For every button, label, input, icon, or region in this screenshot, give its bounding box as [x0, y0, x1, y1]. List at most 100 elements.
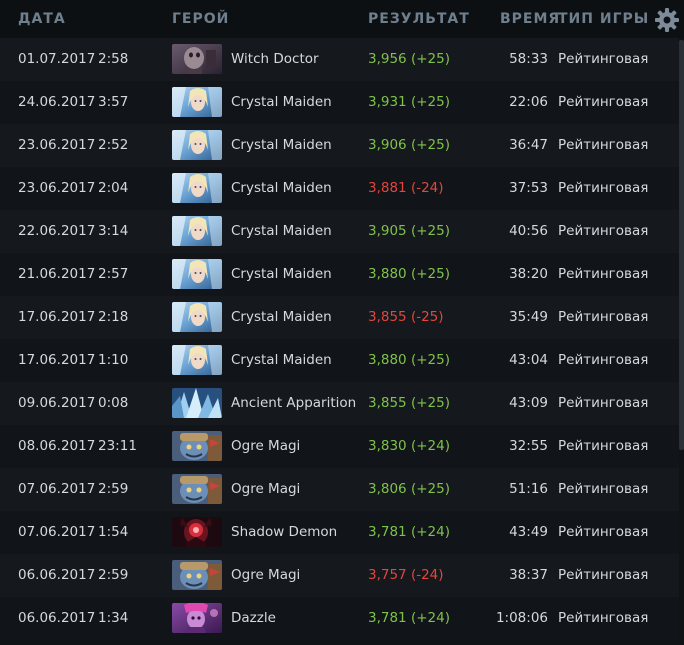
column-header-duration[interactable]: ВРЕМЯ — [500, 11, 560, 27]
match-time: 2:18 — [98, 309, 129, 325]
game-type: Рейтинговая — [558, 352, 649, 368]
match-date: 17.06.2017 — [18, 352, 96, 368]
match-time: 2:04 — [98, 180, 129, 196]
match-duration: 43:49 — [509, 524, 548, 540]
game-type: Рейтинговая — [558, 266, 649, 282]
match-row[interactable]: 07.06.2017 1:54 Shadow Demon 3,781 (+24)… — [0, 511, 684, 554]
match-date: 22.06.2017 — [18, 223, 96, 239]
hero-portrait-ogre-magi[interactable] — [172, 474, 222, 504]
match-date: 01.07.2017 — [18, 51, 96, 67]
hero-portrait-crystal-maiden[interactable] — [172, 173, 222, 203]
match-result: 3,757 (-24) — [368, 567, 444, 583]
match-duration: 1:08:06 — [495, 610, 548, 626]
match-duration: 22:06 — [509, 94, 548, 110]
hero-portrait-crystal-maiden[interactable] — [172, 130, 222, 160]
hero-portrait-crystal-maiden[interactable] — [172, 302, 222, 332]
game-type: Рейтинговая — [558, 94, 649, 110]
hero-portrait-ogre-magi[interactable] — [172, 560, 222, 590]
match-date: 24.06.2017 — [18, 94, 96, 110]
match-row[interactable]: 09.06.2017 0:08 Ancient Apparition 3,855… — [0, 382, 684, 425]
match-duration: 32:55 — [509, 438, 548, 454]
hero-name: Crystal Maiden — [231, 266, 332, 282]
match-date: 09.06.2017 — [18, 395, 96, 411]
match-time: 1:54 — [98, 524, 129, 540]
match-time: 2:59 — [98, 481, 129, 497]
match-row[interactable]: 22.06.2017 3:14 Crystal Maiden 3,905 (+2… — [0, 210, 684, 253]
match-time: 2:59 — [98, 567, 129, 583]
hero-name: Crystal Maiden — [231, 137, 332, 153]
hero-portrait-crystal-maiden[interactable] — [172, 345, 222, 375]
match-duration: 36:47 — [509, 137, 548, 153]
match-time: 2:57 — [98, 266, 129, 282]
hero-name: Crystal Maiden — [231, 223, 332, 239]
match-date: 06.06.2017 — [18, 610, 96, 626]
match-result: 3,905 (+25) — [368, 223, 450, 239]
match-result: 3,855 (-25) — [368, 309, 444, 325]
hero-portrait-crystal-maiden[interactable] — [172, 87, 222, 117]
match-row[interactable]: 17.06.2017 1:10 Crystal Maiden 3,880 (+2… — [0, 339, 684, 382]
game-type: Рейтинговая — [558, 481, 649, 497]
game-type: Рейтинговая — [558, 567, 649, 583]
match-time: 3:14 — [98, 223, 129, 239]
match-result: 3,880 (+25) — [368, 352, 450, 368]
hero-name: Ogre Magi — [231, 481, 301, 497]
hero-portrait-ancient-apparition[interactable] — [172, 388, 222, 418]
scrollbar-thumb[interactable] — [679, 40, 684, 450]
match-result: 3,855 (+25) — [368, 395, 450, 411]
hero-name: Crystal Maiden — [231, 352, 332, 368]
match-duration: 37:53 — [509, 180, 548, 196]
hero-portrait-shadow-demon[interactable] — [172, 517, 222, 547]
game-type: Рейтинговая — [558, 610, 649, 626]
match-duration: 35:49 — [509, 309, 548, 325]
match-row[interactable]: 06.06.2017 2:59 Ogre Magi 3,757 (-24) 38… — [0, 554, 684, 597]
gear-icon[interactable] — [654, 7, 680, 33]
hero-portrait-dazzle[interactable] — [172, 603, 222, 633]
match-list: 01.07.2017 2:58 Witch Doctor 3,956 (+25)… — [0, 38, 684, 640]
match-date: 23.06.2017 — [18, 137, 96, 153]
match-result: 3,830 (+24) — [368, 438, 450, 454]
match-duration: 38:20 — [509, 266, 548, 282]
match-history-header: ДАТА ГЕРОЙ РЕЗУЛЬТАТ ВРЕМЯ ТИП ИГРЫ — [0, 0, 684, 38]
match-row[interactable]: 08.06.2017 23:11 Ogre Magi 3,830 (+24) 3… — [0, 425, 684, 468]
match-date: 07.06.2017 — [18, 481, 96, 497]
hero-portrait-crystal-maiden[interactable] — [172, 259, 222, 289]
hero-name: Ancient Apparition — [231, 395, 357, 411]
game-type: Рейтинговая — [558, 524, 649, 540]
match-time: 2:58 — [98, 51, 129, 67]
match-row[interactable]: 23.06.2017 2:52 Crystal Maiden 3,906 (+2… — [0, 124, 684, 167]
match-row[interactable]: 23.06.2017 2:04 Crystal Maiden 3,881 (-2… — [0, 167, 684, 210]
match-row[interactable]: 24.06.2017 3:57 Crystal Maiden 3,931 (+2… — [0, 81, 684, 124]
match-row[interactable]: 07.06.2017 2:59 Ogre Magi 3,806 (+25) 51… — [0, 468, 684, 511]
hero-portrait-crystal-maiden[interactable] — [172, 216, 222, 246]
game-type: Рейтинговая — [558, 137, 649, 153]
hero-portrait-witch-doctor[interactable] — [172, 44, 222, 74]
match-result: 3,906 (+25) — [368, 137, 450, 153]
match-row[interactable]: 17.06.2017 2:18 Crystal Maiden 3,855 (-2… — [0, 296, 684, 339]
match-date: 17.06.2017 — [18, 309, 96, 325]
match-row[interactable]: 21.06.2017 2:57 Crystal Maiden 3,880 (+2… — [0, 253, 684, 296]
match-result: 3,781 (+24) — [368, 610, 450, 626]
match-time: 23:11 — [98, 438, 137, 454]
column-header-game-type[interactable]: ТИП ИГРЫ — [558, 11, 649, 27]
match-time: 0:08 — [98, 395, 129, 411]
match-result: 3,781 (+24) — [368, 524, 450, 540]
match-row[interactable]: 01.07.2017 2:58 Witch Doctor 3,956 (+25)… — [0, 38, 684, 81]
column-header-result[interactable]: РЕЗУЛЬТАТ — [368, 11, 470, 27]
match-result: 3,806 (+25) — [368, 481, 450, 497]
hero-name: Dazzle — [231, 610, 276, 626]
game-type: Рейтинговая — [558, 309, 649, 325]
match-time: 1:34 — [98, 610, 129, 626]
column-header-date[interactable]: ДАТА — [18, 11, 66, 27]
hero-name: Crystal Maiden — [231, 94, 332, 110]
hero-portrait-ogre-magi[interactable] — [172, 431, 222, 461]
match-date: 06.06.2017 — [18, 567, 96, 583]
match-time: 1:10 — [98, 352, 129, 368]
game-type: Рейтинговая — [558, 51, 649, 67]
match-row[interactable]: 06.06.2017 1:34 Dazzle 3,781 (+24) 1:08:… — [0, 597, 684, 640]
match-date: 08.06.2017 — [18, 438, 96, 454]
match-duration: 38:37 — [509, 567, 548, 583]
match-result: 3,931 (+25) — [368, 94, 450, 110]
match-time: 3:57 — [98, 94, 129, 110]
column-header-hero[interactable]: ГЕРОЙ — [172, 11, 229, 27]
hero-name: Shadow Demon — [231, 524, 338, 540]
